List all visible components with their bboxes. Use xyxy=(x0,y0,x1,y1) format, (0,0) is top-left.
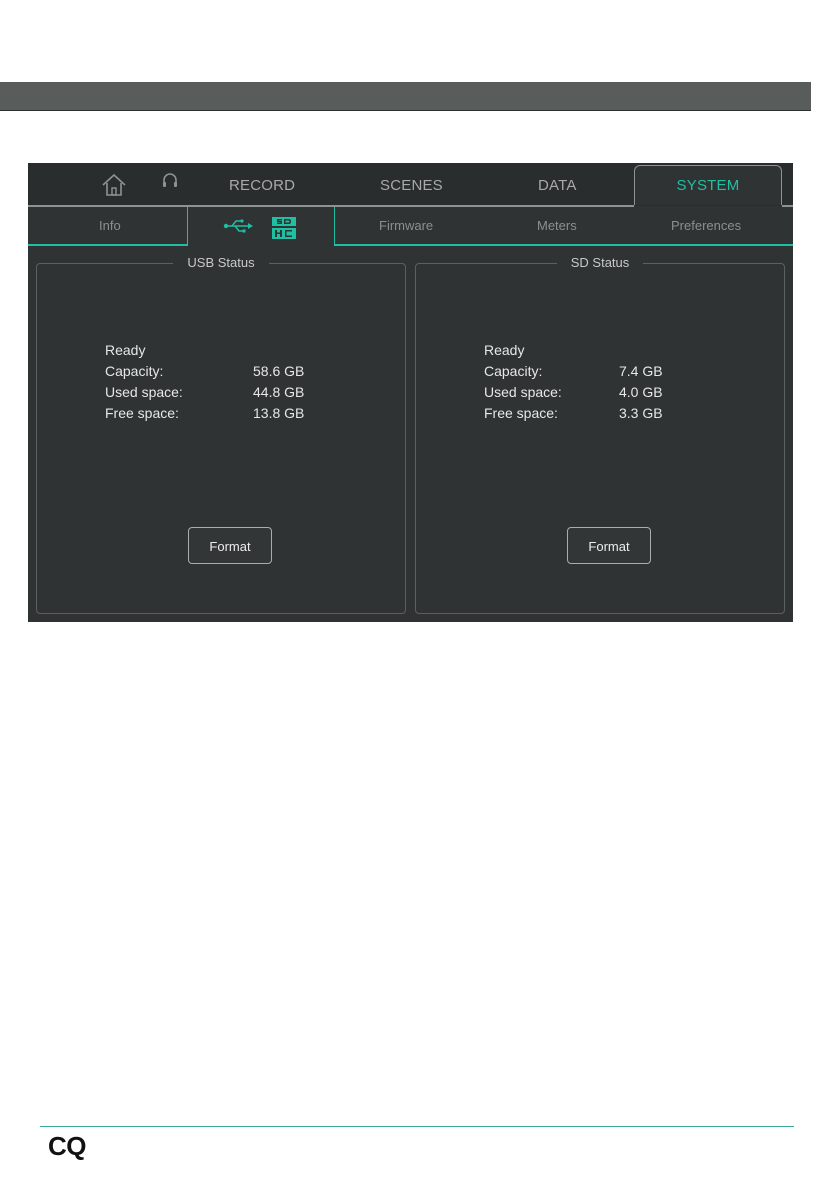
sd-free-label: Free space: xyxy=(484,405,558,421)
subtab-underline xyxy=(28,244,188,246)
usb-icon xyxy=(223,219,253,233)
sd-used-value: 4.0 GB xyxy=(619,384,663,400)
subtab-preferences[interactable]: Preferences xyxy=(671,218,741,233)
mixer-screen: RECORD SCENES DATA SYSTEM Info Firmware … xyxy=(28,163,793,622)
sub-tab-bar: Info Firmware Meters Preferences xyxy=(28,206,793,246)
subtab-info[interactable]: Info xyxy=(99,218,121,233)
sd-status-panel: SD Status Ready Capacity: 7.4 GB Used spa… xyxy=(415,255,785,614)
footer-logo: CQ xyxy=(48,1131,87,1161)
usb-format-button[interactable]: Format xyxy=(188,527,272,564)
sd-free-value: 3.3 GB xyxy=(619,405,663,421)
usb-used-label: Used space: xyxy=(105,384,183,400)
usb-status-text: Ready xyxy=(105,342,146,358)
sd-capacity-value: 7.4 GB xyxy=(619,363,663,379)
sd-status-title: SD Status xyxy=(556,255,644,270)
sd-format-button[interactable]: Format xyxy=(567,527,651,564)
subtab-meters[interactable]: Meters xyxy=(537,218,577,233)
page-header-bar xyxy=(0,82,811,111)
sd-info: Ready Capacity: 7.4 GB Used space: 4.0 GB … xyxy=(484,342,724,426)
tab-system[interactable]: SYSTEM xyxy=(634,165,782,205)
tab-data[interactable]: DATA xyxy=(538,177,577,194)
subtab-firmware[interactable]: Firmware xyxy=(379,218,433,233)
tab-scenes[interactable]: SCENES xyxy=(380,177,443,194)
headphones-icon[interactable] xyxy=(161,172,179,188)
usb-capacity-value: 58.6 GB xyxy=(253,363,305,379)
usb-capacity-label: Capacity: xyxy=(105,363,164,379)
tab-record[interactable]: RECORD xyxy=(229,177,295,194)
footer-divider xyxy=(40,1126,794,1127)
top-tab-bar: RECORD SCENES DATA SYSTEM xyxy=(28,163,793,207)
sdhc-icon xyxy=(272,217,296,239)
usb-status-title: USB Status xyxy=(173,255,269,270)
subtab-usb-sd[interactable] xyxy=(187,207,335,245)
sd-capacity-label: Capacity: xyxy=(484,363,543,379)
usb-status-panel: USB Status Ready Capacity: 58.6 GB Used s… xyxy=(36,255,406,614)
usb-free-value: 13.8 GB xyxy=(253,405,305,421)
usb-free-label: Free space: xyxy=(105,405,179,421)
sd-used-label: Used space: xyxy=(484,384,562,400)
subtab-underline xyxy=(334,244,793,246)
sd-status-text: Ready xyxy=(484,342,525,358)
usb-used-value: 44.8 GB xyxy=(253,384,305,400)
usb-info: Ready Capacity: 58.6 GB Used space: 44.8 G… xyxy=(105,342,345,426)
home-icon[interactable] xyxy=(100,173,128,197)
